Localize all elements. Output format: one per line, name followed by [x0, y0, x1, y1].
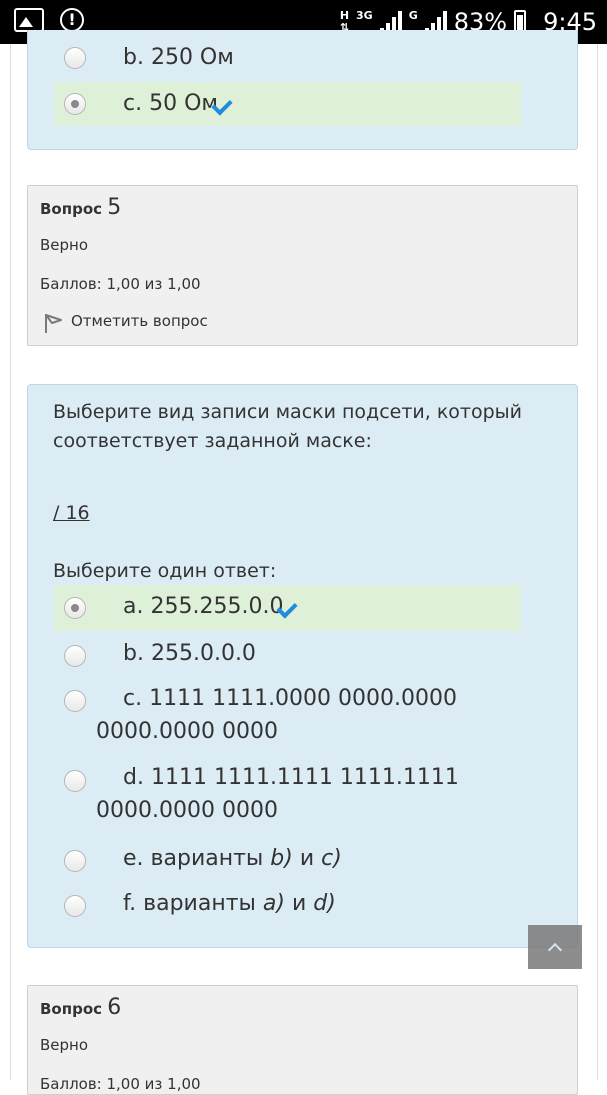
option-text: 255.0.0.0 — [150, 641, 256, 666]
question-info-6: Вопрос 6 Верно Баллов: 1,00 из 1,00 — [27, 985, 578, 1095]
option-variant: d) — [313, 891, 336, 916]
option-letter: b. — [123, 641, 144, 666]
flag-question-link[interactable]: Отметить вопрос — [71, 312, 208, 330]
answer-option-f[interactable]: f. варианты a) и d) — [54, 887, 521, 925]
option-variant: b) — [270, 846, 293, 871]
flag-icon[interactable] — [42, 312, 64, 334]
scroll-to-top-button[interactable] — [528, 925, 582, 969]
option-conj: и — [299, 846, 315, 871]
question-info-5: Вопрос 5 Верно Баллов: 1,00 из 1,00 Отме… — [27, 185, 578, 346]
option-text-line2: 0000.0000 0000 — [96, 719, 278, 744]
option-variant: a) — [262, 891, 285, 916]
option-conj: и — [291, 891, 307, 916]
network-type-g: G — [408, 9, 418, 22]
answer-option-d[interactable]: d. 1111 1111.1111 1111.1111 0000.0000 00… — [54, 762, 554, 832]
question-state: Верно — [40, 1036, 89, 1054]
question-grade: Баллов: 1,00 из 1,00 — [40, 1075, 201, 1093]
option-text-line1: 1111 1111.1111 1111.1111 — [150, 765, 459, 790]
answer-option-e[interactable]: e. варианты b) и c) — [54, 842, 521, 880]
answer-option-b[interactable]: b. 255.0.0.0 — [54, 636, 521, 676]
option-text: варианты — [150, 846, 264, 871]
mask-value: / 16 — [53, 502, 90, 524]
option-variant: c) — [321, 846, 342, 871]
question-text: Выберите вид записи маски подсети, котор… — [53, 401, 523, 452]
page-gutter-left — [10, 44, 11, 1080]
alert-notification-icon: ! — [60, 8, 84, 32]
correct-check-icon — [214, 96, 236, 110]
option-letter: a. — [123, 594, 144, 619]
question-number: Вопрос 5 — [40, 195, 122, 220]
answer-option-c[interactable]: c. 1111 1111.0000 0000.0000 0000.0000 00… — [54, 682, 554, 752]
option-text-line2: 0000.0000 0000 — [96, 798, 278, 823]
correct-check-icon — [279, 599, 301, 613]
answer-label: b. 250 Ом — [123, 45, 234, 70]
question-number: Вопрос 6 — [40, 995, 122, 1020]
answer-option-b[interactable]: b. 250 Ом — [54, 40, 521, 76]
option-text-line1: 1111 1111.0000 0000.0000 — [149, 686, 458, 711]
question-grade: Баллов: 1,00 из 1,00 — [40, 275, 201, 293]
option-text: варианты — [143, 891, 256, 916]
answer-option-c[interactable]: c. 50 Ом — [54, 82, 521, 126]
network-type-3g: 3G — [356, 9, 373, 22]
answer-label: c. 50 Ом — [123, 91, 218, 116]
option-letter: e. — [123, 846, 144, 871]
prev-question-answers: b. 250 Ом c. 50 Ом — [27, 30, 578, 150]
page-gutter-right — [597, 44, 598, 1080]
question-state: Верно — [40, 236, 89, 254]
option-text: 255.255.0.0 — [150, 594, 284, 619]
option-letter: c. — [123, 686, 143, 711]
gallery-notification-icon — [14, 8, 44, 32]
answer-prompt: Выберите один ответ: — [53, 560, 277, 582]
option-letter: f. — [123, 891, 137, 916]
answer-option-a[interactable]: a. 255.255.0.0 — [54, 585, 521, 631]
option-letter: d. — [123, 765, 144, 790]
question-formulation-5: Выберите вид записи маски подсети, котор… — [27, 384, 578, 948]
